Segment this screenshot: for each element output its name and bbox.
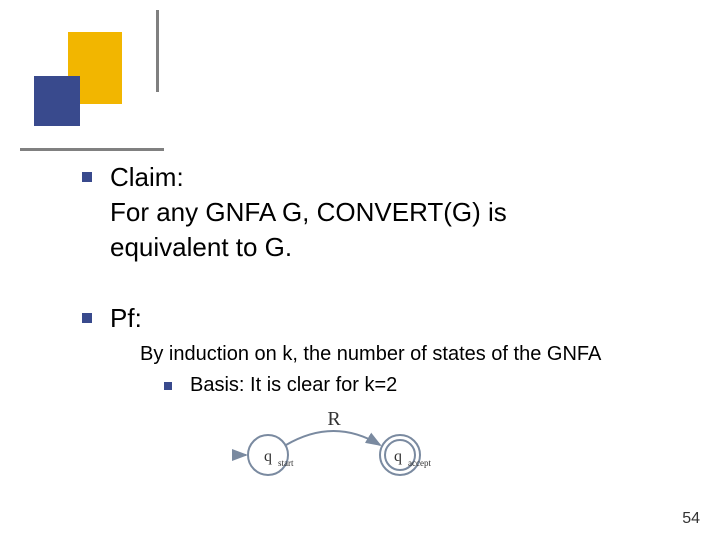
- bullet-icon: [82, 172, 92, 182]
- start-label-sub: start: [278, 458, 294, 468]
- page-number: 54: [682, 510, 700, 528]
- bullet-icon: [164, 382, 172, 390]
- gnfa-svg: R q start q accept: [230, 411, 460, 491]
- claim-line2: For any GNFA G, CONVERT(G) is: [110, 197, 507, 227]
- induction-text: By induction on k, the number of states …: [140, 340, 680, 368]
- pf-label: Pf:: [110, 301, 680, 336]
- accept-label-sub: accept: [408, 458, 431, 468]
- edge-label: R: [327, 411, 341, 430]
- gnfa-diagram: R q start q accept: [230, 411, 680, 496]
- edge-arc: [286, 431, 380, 445]
- proof-block: Pf: By induction on k, the number of sta…: [80, 301, 680, 496]
- slide-corner-decoration: [0, 0, 200, 160]
- decor-hline: [20, 148, 164, 151]
- claim-line3: equivalent to G.: [110, 232, 292, 262]
- claim-block: Claim: For any GNFA G, CONVERT(G) is equ…: [80, 160, 680, 265]
- bullet-icon: [82, 313, 92, 323]
- basis-row: Basis: It is clear for k=2: [164, 374, 680, 397]
- decor-blue-square: [34, 76, 80, 126]
- basis-text: Basis: It is clear for k=2: [190, 374, 397, 396]
- start-label-q: q: [264, 448, 272, 465]
- claim-line1: Claim:: [110, 162, 184, 192]
- slide-content: Claim: For any GNFA G, CONVERT(G) is equ…: [80, 160, 680, 532]
- accept-label-q: q: [394, 448, 402, 465]
- decor-vline: [156, 10, 159, 92]
